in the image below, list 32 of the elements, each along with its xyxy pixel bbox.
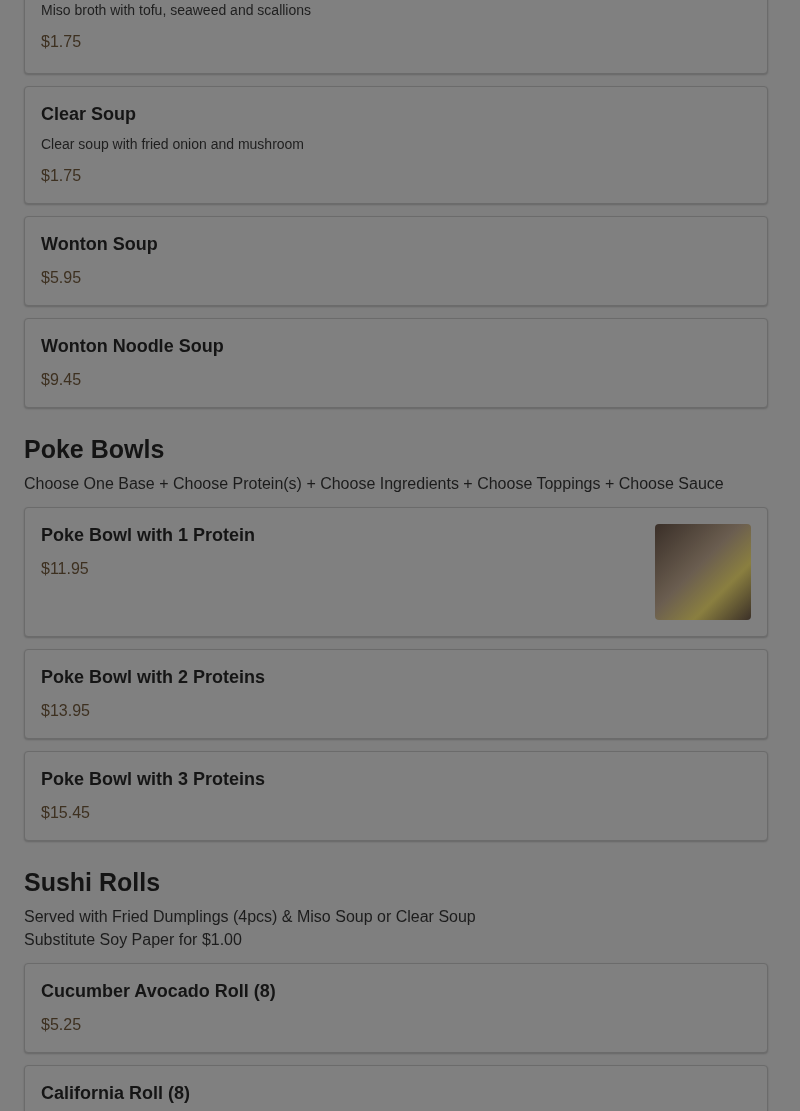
menu-item-card[interactable]: Cucumber Avocado Roll (8) $5.25 bbox=[24, 963, 768, 1053]
menu-item-card[interactable]: Miso broth with tofu, seaweed and scallions $1.75 bbox=[24, 0, 768, 74]
item-price: $5.25 bbox=[41, 1015, 83, 1035]
item-price: $5.95 bbox=[41, 268, 83, 288]
item-price: $11.95 bbox=[41, 559, 90, 579]
section-title: Poke Bowls bbox=[24, 434, 166, 464]
menu-item-card[interactable]: Clear Soup Clear soup with fried onion and mushroom $1.75 bbox=[24, 86, 768, 204]
menu-item-card[interactable]: Wonton Noodle Soup $9.45 bbox=[24, 318, 768, 408]
item-price: $1.75 bbox=[41, 166, 83, 186]
menu-item-card[interactable]: Poke Bowl with 2 Proteins $13.95 bbox=[24, 649, 768, 739]
item-name: Poke Bowl with 1 Protein bbox=[41, 524, 256, 546]
menu-item-card[interactable]: Poke Bowl with 3 Proteins $15.45 bbox=[24, 751, 768, 841]
section-note: Choose One Base + Choose Protein(s) + Choose Ingredients + Choose Toppings + Choose Sauce bbox=[24, 474, 725, 494]
section-note: Served with Fried Dumplings (4pcs) & Miso Soup or Clear Soup bbox=[24, 907, 477, 927]
item-name: Cucumber Avocado Roll (8) bbox=[41, 980, 276, 1002]
menu-item-card[interactable]: California Roll (8) bbox=[24, 1065, 768, 1111]
item-price: $1.75 bbox=[41, 32, 83, 52]
menu-item-card[interactable]: Poke Bowl with 1 Protein $11.95 bbox=[24, 507, 768, 637]
item-name: Wonton Soup bbox=[41, 233, 158, 255]
item-description: Miso broth with tofu, seaweed and scallions bbox=[41, 1, 312, 19]
item-price: $15.45 bbox=[41, 803, 91, 823]
section-note: Substitute Soy Paper for $1.00 bbox=[24, 930, 243, 950]
item-price: $13.95 bbox=[41, 701, 91, 721]
section-title: Sushi Rolls bbox=[24, 867, 162, 897]
item-name: Wonton Noodle Soup bbox=[41, 335, 224, 357]
item-name: Poke Bowl with 3 Proteins bbox=[41, 768, 266, 790]
item-price: $9.45 bbox=[41, 370, 83, 390]
item-description: Clear soup with fried onion and mushroom bbox=[41, 135, 305, 153]
item-name: California Roll (8) bbox=[41, 1082, 190, 1104]
menu-item-card[interactable]: Wonton Soup $5.95 bbox=[24, 216, 768, 306]
item-name: Poke Bowl with 2 Proteins bbox=[41, 666, 266, 688]
item-name: Clear Soup bbox=[41, 103, 138, 125]
